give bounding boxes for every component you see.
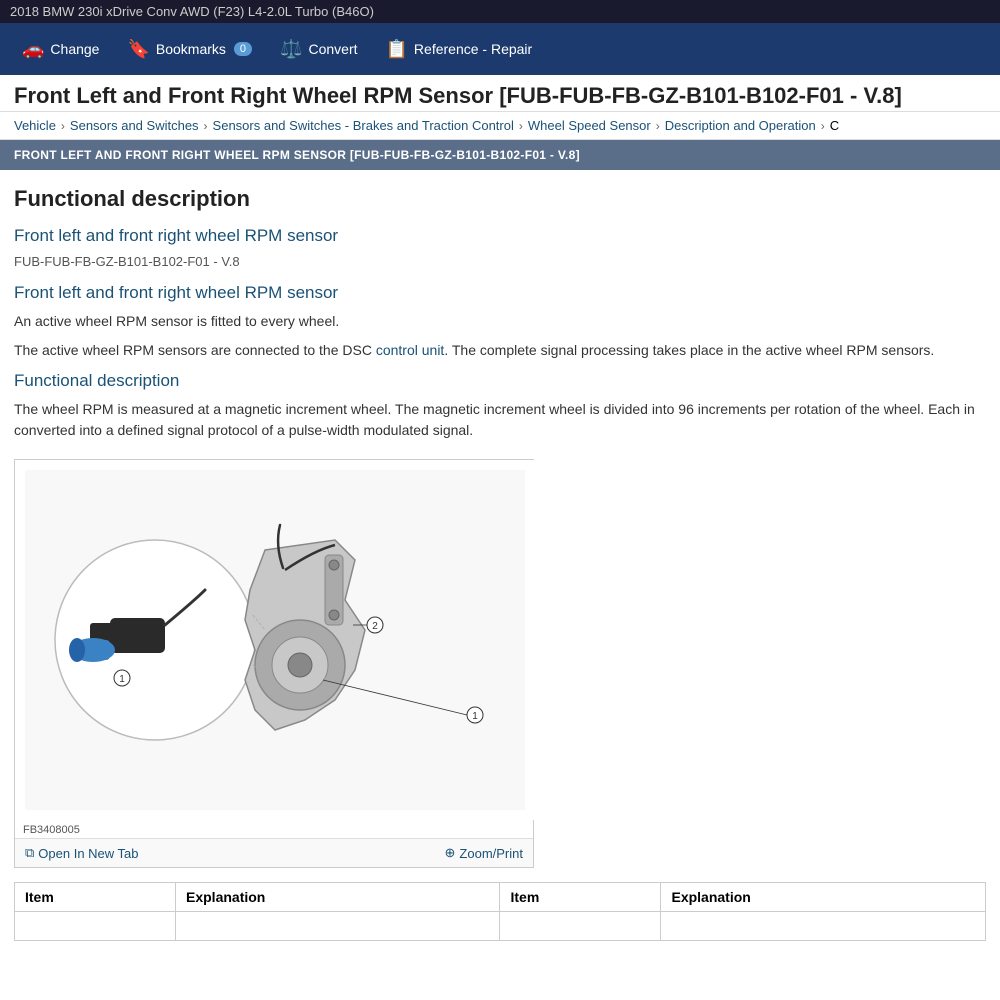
control-unit-link[interactable]: control unit: [376, 342, 444, 358]
subsection1-heading: Front left and front right wheel RPM sen…: [14, 226, 986, 246]
para2-prefix: The active wheel RPM sensors are connect…: [14, 342, 376, 358]
zoom-label: Zoom/Print: [459, 846, 523, 861]
reference-icon: 📋: [386, 39, 408, 60]
section-header-text: FRONT LEFT AND FRONT RIGHT WHEEL RPM SEN…: [14, 148, 580, 162]
open-tab-label: Open In New Tab: [38, 846, 138, 861]
image-footer: ⧉ Open In New Tab ⊕ Zoom/Print: [15, 838, 533, 867]
zoom-print-link[interactable]: ⊕ Zoom/Print: [445, 845, 523, 861]
cell-item2: [500, 912, 661, 941]
cell-explanation1: [176, 912, 500, 941]
bookmark-icon: 🔖: [127, 39, 149, 60]
breadcrumb-sensors-brakes[interactable]: Sensors and Switches - Brakes and Tracti…: [213, 118, 514, 133]
change-label: Change: [50, 41, 99, 57]
image-caption: FB3408005: [15, 820, 533, 838]
bookmarks-label: Bookmarks: [156, 41, 226, 57]
content-area: Functional description Front left and fr…: [0, 170, 1000, 957]
table-header-row: Item Explanation Item Explanation: [15, 883, 986, 912]
subsection3-heading: Functional description: [14, 371, 986, 391]
col-explanation2: Explanation: [661, 883, 986, 912]
para1: An active wheel RPM sensor is fitted to …: [14, 311, 986, 332]
col-item2: Item: [500, 883, 661, 912]
vehicle-title: 2018 BMW 230i xDrive Conv AWD (F23) L4-2…: [10, 4, 374, 19]
breadcrumb-description[interactable]: Description and Operation: [665, 118, 816, 133]
breadcrumb-vehicle[interactable]: Vehicle: [14, 118, 56, 133]
para2: The active wheel RPM sensors are connect…: [14, 340, 986, 361]
top-bar: 2018 BMW 230i xDrive Conv AWD (F23) L4-2…: [0, 0, 1000, 23]
functional-para: The wheel RPM is measured at a magnetic …: [14, 399, 986, 441]
sep-4: ›: [656, 119, 660, 133]
breadcrumb-sensors-switches[interactable]: Sensors and Switches: [70, 118, 199, 133]
main-heading: Functional description: [14, 186, 986, 212]
sep-5: ›: [821, 119, 825, 133]
car-icon: 🚗: [22, 39, 44, 60]
breadcrumb: Vehicle › Sensors and Switches › Sensors…: [0, 112, 1000, 140]
svg-text:1: 1: [119, 674, 125, 685]
sep-1: ›: [61, 119, 65, 133]
page-title-bar: Front Left and Front Right Wheel RPM Sen…: [0, 75, 1000, 112]
zoom-icon: ⊕: [445, 845, 456, 861]
explanation-table: Item Explanation Item Explanation: [14, 882, 986, 941]
cell-explanation2: [661, 912, 986, 941]
col-item1: Item: [15, 883, 176, 912]
reference-repair-button[interactable]: 📋 Reference - Repair: [374, 31, 545, 68]
para2-suffix: . The complete signal processing takes p…: [444, 342, 934, 358]
sep-3: ›: [519, 119, 523, 133]
nav-bar: 🚗 Change 🔖 Bookmarks 0 ⚖️ Convert 📋 Refe…: [0, 23, 1000, 75]
bookmarks-badge: 0: [234, 42, 252, 56]
section-header-bar: FRONT LEFT AND FRONT RIGHT WHEEL RPM SEN…: [0, 140, 1000, 170]
page-title: Front Left and Front Right Wheel RPM Sen…: [14, 83, 902, 108]
reference-label: Reference - Repair: [414, 41, 532, 57]
svg-text:1: 1: [472, 711, 478, 722]
svg-text:2: 2: [372, 621, 378, 632]
convert-label: Convert: [308, 41, 357, 57]
sensor-illustration: 1 2: [25, 470, 525, 810]
breadcrumb-current: C: [830, 118, 839, 133]
image-box: 1 2: [14, 459, 534, 868]
cell-item1: [15, 912, 176, 941]
convert-button[interactable]: ⚖️ Convert: [268, 31, 369, 68]
subsection2-heading: Front left and front right wheel RPM sen…: [14, 283, 986, 303]
open-tab-icon: ⧉: [25, 845, 34, 861]
bookmarks-button[interactable]: 🔖 Bookmarks 0: [115, 31, 264, 68]
table-row: [15, 912, 986, 941]
col-explanation1: Explanation: [176, 883, 500, 912]
change-button[interactable]: 🚗 Change: [10, 31, 111, 68]
sep-2: ›: [204, 119, 208, 133]
image-area: 1 2: [15, 460, 535, 820]
convert-icon: ⚖️: [280, 39, 302, 60]
breadcrumb-wheel-speed[interactable]: Wheel Speed Sensor: [528, 118, 651, 133]
code-ref: FUB-FUB-FB-GZ-B101-B102-F01 - V.8: [14, 254, 986, 269]
open-in-new-tab-link[interactable]: ⧉ Open In New Tab: [25, 845, 139, 861]
